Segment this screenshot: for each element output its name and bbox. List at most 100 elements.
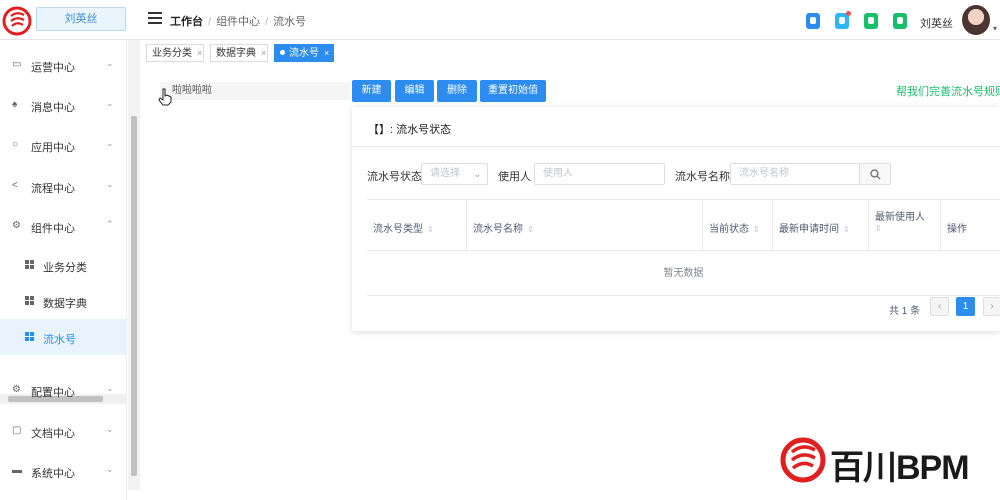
close-icon[interactable]: × xyxy=(261,48,266,58)
sort-icon[interactable]: ⇕ xyxy=(875,224,882,233)
status-select[interactable]: 请选择 ⌄ xyxy=(421,163,488,185)
sidebar-item-label: 应用中心 xyxy=(31,142,75,154)
monitor-icon: ▭ xyxy=(12,59,22,70)
column-label: 当前状态 xyxy=(709,224,749,235)
info-icon[interactable] xyxy=(806,13,820,29)
sidebar-item-label: 组件中心 xyxy=(31,223,75,235)
top-header: 刘英丝 工作台 / 组件中心 / 流水号 刘英丝 ▾ xyxy=(0,0,1000,40)
sidebar-subitem-serial-number[interactable]: 流水号 xyxy=(0,319,127,355)
panel-title: 【】: 流水号状态 xyxy=(368,124,452,136)
column-header-name[interactable]: 流水号名称 ⇕ xyxy=(467,200,703,252)
sidebar-item-label: 系统中心 xyxy=(31,468,75,480)
divider xyxy=(352,146,1000,147)
sort-icon[interactable]: ⇕ xyxy=(753,225,760,234)
sidebar: ▭ 运营中心 ⌄ ♠ 消息中心 ⌄ ○ 应用中心 ⌄ < 流程中心 ⌄ ⚙ 组件… xyxy=(0,40,127,500)
chevron-down-icon: ⌄ xyxy=(473,169,481,179)
sidebar-item-label: 配置中心 xyxy=(31,387,75,399)
user-input[interactable]: 使用人 xyxy=(534,163,665,185)
name-search-input[interactable]: 流水号名称 xyxy=(730,163,860,185)
sort-icon[interactable]: ⇕ xyxy=(527,225,534,234)
chevron-down-icon: ⌄ xyxy=(106,98,114,108)
gear-icon: ⚙ xyxy=(12,384,21,395)
next-page-button[interactable]: › xyxy=(983,297,1000,316)
new-button[interactable]: 新建 xyxy=(352,80,391,102)
prev-page-button[interactable]: ‹ xyxy=(930,297,949,316)
bell-icon: ♠ xyxy=(12,99,18,110)
share-icon: < xyxy=(12,180,18,191)
app-icon: ○ xyxy=(12,139,19,150)
user-name[interactable]: 刘英丝 xyxy=(920,15,953,31)
chevron-up-icon: ⌃ xyxy=(106,219,114,229)
search-button[interactable] xyxy=(859,163,891,185)
tree-node[interactable]: 啦啦啦啦 xyxy=(160,82,350,100)
sidebar-subitem-label: 业务分类 xyxy=(43,262,87,274)
message-icon[interactable] xyxy=(864,13,878,29)
sidebar-item-system[interactable]: ▬ 系统中心 ⌄ xyxy=(0,451,127,491)
sidebar-subitem-label: 数据字典 xyxy=(43,298,87,310)
chevron-down-icon: ⌄ xyxy=(106,383,114,393)
active-dot-icon xyxy=(280,50,285,55)
column-label: 流水号类型 xyxy=(373,224,423,235)
sidebar-item-config[interactable]: ⚙ 配置中心 ⌄ xyxy=(0,370,127,410)
chevron-down-icon[interactable]: ▾ xyxy=(993,24,997,33)
column-header-actions: 操作 xyxy=(941,200,1000,252)
sidebar-item-messages[interactable]: ♠ 消息中心 ⌄ xyxy=(0,85,127,125)
sidebar-item-components[interactable]: ⚙ 组件中心 ⌃ xyxy=(0,206,127,246)
status-filter-label: 流水号状态 xyxy=(367,171,422,183)
column-header-latest-apply-time[interactable]: 最新申请时间 ⇕ xyxy=(773,200,869,252)
sidebar-subitem-business-category[interactable]: 业务分类 xyxy=(0,247,127,283)
grid-icon xyxy=(25,296,34,305)
sort-icon[interactable]: ⇕ xyxy=(843,225,850,234)
grid-icon xyxy=(25,332,34,341)
sidebar-item-label: 文档中心 xyxy=(31,428,75,440)
sort-icon[interactable]: ⇕ xyxy=(427,225,434,234)
user-filter-label: 使用人 xyxy=(498,171,531,183)
gear-icon: ⚙ xyxy=(12,220,21,231)
sidebar-item-label: 运营中心 xyxy=(31,62,75,74)
grid-icon xyxy=(25,260,34,269)
column-header-latest-user[interactable]: 最新使用人 ⇕ xyxy=(869,200,941,252)
tab-label: 数据字典 xyxy=(216,48,256,59)
tab-label: 流水号 xyxy=(289,48,319,59)
sidebar-item-operations[interactable]: ▭ 运营中心 ⌄ xyxy=(0,45,127,85)
column-label: 操作 xyxy=(947,224,967,235)
current-user-box[interactable]: 刘英丝 xyxy=(36,7,126,31)
sidebar-item-apps[interactable]: ○ 应用中心 ⌄ xyxy=(0,125,127,165)
breadcrumb-root[interactable]: 工作台 xyxy=(170,16,203,28)
sidebar-item-docs[interactable]: ▢ 文档中心 ⌄ xyxy=(0,411,127,451)
sidebar-item-workflow[interactable]: < 流程中心 ⌄ xyxy=(0,166,127,206)
sidebar-vertical-scrollbar[interactable] xyxy=(128,40,140,490)
name-filter-label: 流水号名称 xyxy=(675,171,730,183)
tab-serial-number[interactable]: 流水号 × xyxy=(274,44,334,62)
sidebar-subitem-data-dictionary[interactable]: 数据字典 xyxy=(0,283,127,319)
total-count: 共 1 条 xyxy=(889,306,921,317)
column-label: 最新使用人 xyxy=(875,212,925,223)
breadcrumb-level1[interactable]: 组件中心 xyxy=(216,16,260,28)
column-header-status[interactable]: 当前状态 ⇕ xyxy=(703,200,773,252)
edit-button[interactable]: 编辑 xyxy=(395,80,434,102)
search-icon xyxy=(870,169,881,180)
reset-initial-value-button[interactable]: 重置初始值 xyxy=(480,80,546,102)
chevron-down-icon: ⌄ xyxy=(106,464,114,474)
avatar[interactable] xyxy=(962,5,990,35)
column-header-type[interactable]: 流水号类型 ⇕ xyxy=(367,200,467,252)
chevron-down-icon: ⌄ xyxy=(106,58,114,68)
menu-toggle-icon[interactable] xyxy=(148,12,162,24)
notification-bell-icon[interactable] xyxy=(835,11,851,29)
table-header: 流水号类型 ⇕ 流水号名称 ⇕ 当前状态 ⇕ 最新申请时间 ⇕ 最新使用人 ⇕ 操作 xyxy=(367,199,1000,252)
help-improve-link[interactable]: 帮我们完善流水号规则 xyxy=(896,83,1000,99)
delete-button[interactable]: 删除 xyxy=(437,80,477,102)
tab-label: 业务分类 xyxy=(152,48,192,59)
lock-icon[interactable] xyxy=(893,13,907,29)
page-number-button[interactable]: 1 xyxy=(956,297,975,316)
tab-data-dictionary[interactable]: 数据字典 × xyxy=(210,44,268,62)
tab-business-category[interactable]: 业务分类 × xyxy=(146,44,204,62)
chevron-down-icon: ⌄ xyxy=(106,138,114,148)
baichuan-logo-icon[interactable] xyxy=(2,6,32,36)
empty-table-message: 暂无数据 xyxy=(367,251,1000,296)
watermark-text: 百川BPM xyxy=(830,449,970,487)
close-icon[interactable]: × xyxy=(197,48,202,58)
monitor-icon: ▬ xyxy=(12,465,22,476)
hand-cursor-icon xyxy=(158,88,172,106)
close-icon[interactable]: × xyxy=(324,48,329,58)
